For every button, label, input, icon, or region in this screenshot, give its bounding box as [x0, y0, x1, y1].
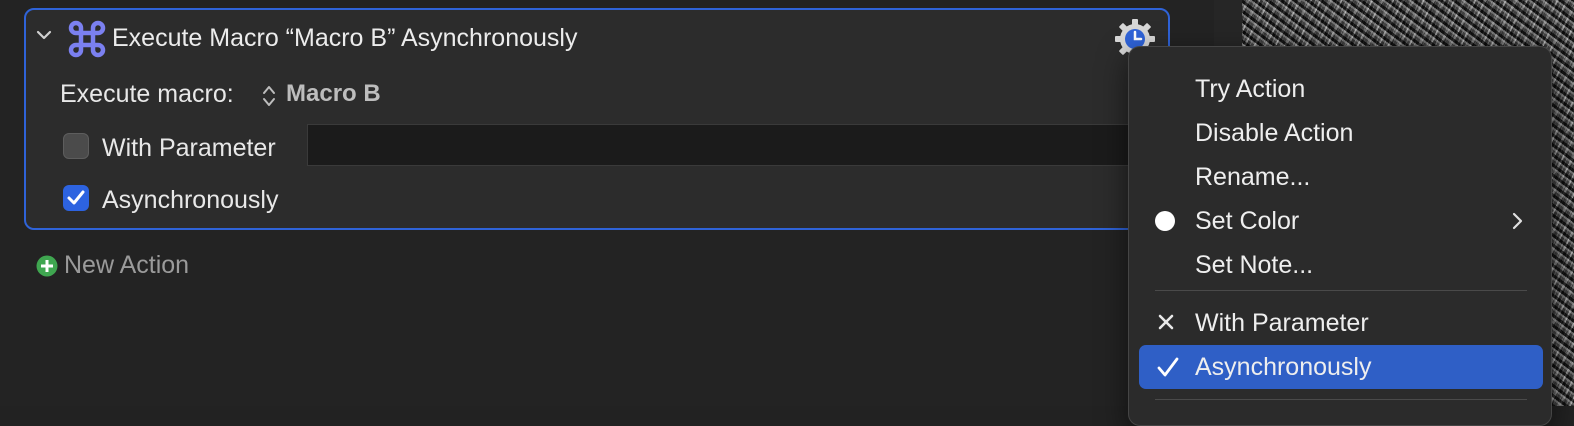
parameter-input[interactable]	[307, 124, 1137, 166]
with-parameter-checkbox[interactable]	[63, 133, 89, 159]
menu-separator	[1155, 399, 1527, 400]
execute-macro-action[interactable]: Execute Macro “Macro B” Asynchronously E…	[24, 8, 1170, 230]
new-action-label: New Action	[64, 251, 190, 279]
menu-item-try-action[interactable]: Try Action	[1139, 67, 1543, 111]
menu-item-disable-action[interactable]: Disable Action	[1139, 111, 1543, 155]
command-key-icon	[68, 20, 106, 58]
menu-item-label: Asynchronously	[1195, 353, 1372, 381]
context-menu: Try Action Disable Action Rename... Set …	[1128, 46, 1552, 426]
menu-item-label: Set Note...	[1195, 251, 1314, 279]
menu-item-set-note[interactable]: Set Note...	[1139, 243, 1543, 287]
menu-item-label: Disable Action	[1195, 119, 1354, 147]
menu-separator	[1155, 290, 1527, 291]
menu-item-label: With Parameter	[1195, 309, 1369, 337]
menu-item-label: Set Color	[1195, 207, 1300, 235]
macro-popup-value[interactable]: Macro B	[286, 78, 381, 110]
menu-item-asynchronously[interactable]: Asynchronously	[1139, 345, 1543, 389]
asynchronously-label[interactable]: Asynchronously	[102, 184, 278, 216]
menu-item-set-color[interactable]: Set Color	[1139, 199, 1543, 243]
with-parameter-label[interactable]: With Parameter	[102, 132, 276, 164]
action-title: Execute Macro “Macro B” Asynchronously	[112, 24, 578, 52]
chevron-right-icon	[1512, 212, 1523, 230]
plus-circle-icon	[36, 255, 58, 277]
menu-item-label: Rename...	[1195, 163, 1311, 191]
menu-item-with-parameter[interactable]: With Parameter	[1139, 301, 1543, 345]
menu-item-rename[interactable]: Rename...	[1139, 155, 1543, 199]
white-circle-icon	[1155, 211, 1175, 231]
chevron-down-icon[interactable]	[36, 28, 52, 42]
menu-item-label: Try Action	[1195, 75, 1306, 103]
checkbox-check-icon	[67, 190, 85, 205]
x-mark-icon	[1158, 314, 1174, 330]
execute-macro-label: Execute macro:	[60, 80, 234, 108]
popup-arrows-icon[interactable]	[262, 84, 276, 108]
macro-editor-pane: Execute Macro “Macro B” Asynchronously E…	[0, 0, 1214, 406]
asynchronously-checkbox[interactable]	[63, 185, 89, 211]
checkmark-icon	[1157, 357, 1179, 377]
